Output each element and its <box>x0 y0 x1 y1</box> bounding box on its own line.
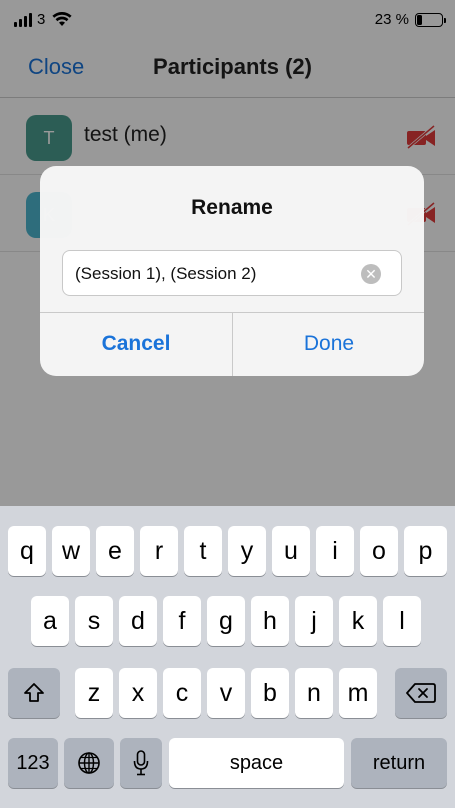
screen: 3 23 % Close Participants (2) T test (me… <box>0 0 455 808</box>
key-b[interactable]: b <box>251 668 289 718</box>
done-button[interactable]: Done <box>233 312 424 376</box>
backspace-key[interactable] <box>395 668 447 718</box>
key-w[interactable]: w <box>52 526 90 576</box>
key-q[interactable]: q <box>8 526 46 576</box>
shift-icon <box>24 683 44 702</box>
rename-input[interactable]: (Session 1), (Session 2) ✕ <box>62 250 402 296</box>
keyboard: q w e r t y u i o p a s d f g h j k l z … <box>0 506 455 808</box>
key-i[interactable]: i <box>316 526 354 576</box>
key-e[interactable]: e <box>96 526 134 576</box>
key-o[interactable]: o <box>360 526 398 576</box>
clear-icon[interactable]: ✕ <box>361 264 381 284</box>
key-r[interactable]: r <box>140 526 178 576</box>
key-m[interactable]: m <box>339 668 377 718</box>
key-x[interactable]: x <box>119 668 157 718</box>
key-h[interactable]: h <box>251 596 289 646</box>
return-key[interactable]: return <box>351 738 447 788</box>
dialog-title: Rename <box>191 196 273 219</box>
rename-dialog: Rename (Session 1), (Session 2) ✕ Cancel… <box>40 166 424 376</box>
key-c[interactable]: c <box>163 668 201 718</box>
key-j[interactable]: j <box>295 596 333 646</box>
key-a[interactable]: a <box>31 596 69 646</box>
rename-input-value: (Session 1), (Session 2) <box>75 264 257 283</box>
globe-key[interactable] <box>64 738 114 788</box>
key-g[interactable]: g <box>207 596 245 646</box>
key-f[interactable]: f <box>163 596 201 646</box>
key-z[interactable]: z <box>75 668 113 718</box>
microphone-icon <box>133 750 149 776</box>
cancel-button[interactable]: Cancel <box>40 312 232 376</box>
microphone-key[interactable] <box>120 738 162 788</box>
key-t[interactable]: t <box>184 526 222 576</box>
key-s[interactable]: s <box>75 596 113 646</box>
key-d[interactable]: d <box>119 596 157 646</box>
numbers-key[interactable]: 123 <box>8 738 58 788</box>
key-u[interactable]: u <box>272 526 310 576</box>
key-y[interactable]: y <box>228 526 266 576</box>
key-l[interactable]: l <box>383 596 421 646</box>
key-p[interactable]: p <box>404 526 447 576</box>
key-n[interactable]: n <box>295 668 333 718</box>
globe-icon <box>78 752 100 774</box>
key-v[interactable]: v <box>207 668 245 718</box>
space-key[interactable]: space <box>169 738 344 788</box>
key-k[interactable]: k <box>339 596 377 646</box>
shift-key[interactable] <box>8 668 60 718</box>
backspace-icon <box>406 683 436 703</box>
